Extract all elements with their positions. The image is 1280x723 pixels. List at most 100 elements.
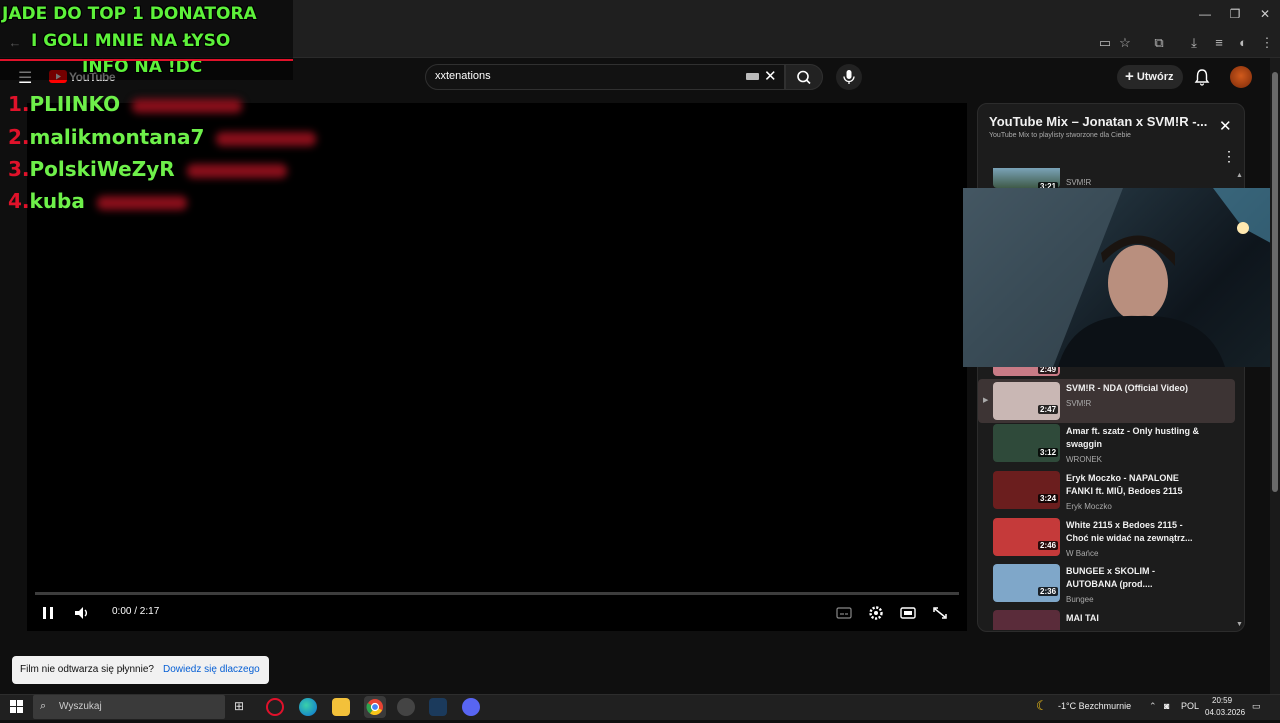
clock-date[interactable]: 04.03.2026 bbox=[1205, 708, 1245, 717]
plus-icon: + bbox=[1125, 68, 1134, 85]
rank-name: PolskiWeZyR bbox=[29, 157, 175, 181]
voice-search-button[interactable] bbox=[836, 64, 862, 90]
theater-mode-icon[interactable] bbox=[898, 604, 918, 622]
video-title[interactable]: BUNGEE x SKOLIM - AUTOBANA (prod.... bbox=[1066, 565, 1206, 591]
steam-icon[interactable] bbox=[429, 698, 447, 716]
taskbar-search-icon: ⌕ bbox=[40, 700, 47, 712]
obs-icon[interactable] bbox=[397, 698, 415, 716]
video-title[interactable]: White 2115 x Bedoes 2115 - Choć nie wida… bbox=[1066, 519, 1206, 545]
overlay-red-line bbox=[0, 59, 293, 61]
overlay-line-1: JADE DO TOP 1 DONATORA bbox=[2, 4, 257, 24]
video-thumbnail[interactable] bbox=[993, 382, 1060, 420]
overlay-line-2: I GOLI MNIE NA ŁYSO bbox=[31, 31, 231, 51]
rank-name: malikmontana7 bbox=[29, 125, 205, 149]
rank-row-2: 2.malikmontana7 bbox=[8, 125, 317, 149]
create-button-label: Utwórz bbox=[1136, 71, 1174, 83]
progress-bar[interactable] bbox=[35, 592, 959, 595]
language-indicator[interactable]: POL bbox=[1181, 701, 1199, 711]
keyboard-icon[interactable] bbox=[746, 73, 759, 80]
subtitles-icon[interactable] bbox=[834, 604, 854, 622]
video-title[interactable]: Amar ft. szatz - Only hustling & swaggin bbox=[1066, 425, 1206, 451]
task-view-icon[interactable]: ⊞ bbox=[234, 699, 244, 713]
playlist-subtitle: YouTube Mix to playlisty stworzone dla C… bbox=[989, 132, 1131, 139]
file-explorer-icon[interactable] bbox=[332, 698, 350, 716]
video-thumbnail[interactable] bbox=[993, 471, 1060, 509]
video-channel: SVM!R bbox=[1066, 178, 1092, 187]
video-duration: 2:36 bbox=[1038, 587, 1059, 596]
video-player[interactable] bbox=[27, 103, 967, 631]
video-channel: Bungee bbox=[1066, 595, 1094, 604]
create-button[interactable]: + Utwórz bbox=[1117, 65, 1183, 89]
learn-why-link[interactable]: Dowiedz się dlaczego bbox=[163, 656, 260, 684]
weather-text[interactable]: -1°C Bezchmurnie bbox=[1058, 701, 1131, 711]
playlist-scroll-down-icon[interactable]: ▼ bbox=[1236, 621, 1243, 628]
avatar[interactable] bbox=[1230, 66, 1252, 88]
video-duration: 2:47 bbox=[1038, 405, 1059, 414]
video-channel: WRONEK bbox=[1066, 455, 1102, 464]
rank-row-3: 3.PolskiWeZyR bbox=[8, 157, 287, 181]
chrome-active-icon[interactable] bbox=[364, 696, 386, 718]
bookmark-star-icon[interactable]: ☆ bbox=[1116, 34, 1134, 52]
video-thumbnail[interactable] bbox=[993, 610, 1060, 630]
video-duration: 2:46 bbox=[1038, 541, 1059, 550]
opera-icon[interactable] bbox=[266, 698, 284, 716]
rank-name: PLIINKO bbox=[29, 92, 121, 116]
rank-number: 4. bbox=[8, 189, 30, 213]
tray-expand-icon[interactable]: ⌃ bbox=[1149, 701, 1157, 712]
cast-icon[interactable]: ▭ bbox=[1096, 34, 1114, 52]
notifications-bell-icon[interactable] bbox=[1193, 67, 1211, 92]
speaker-icon[interactable]: 🔈︎ bbox=[1165, 701, 1170, 712]
search-input-value: xxtenations bbox=[435, 70, 491, 82]
video-channel: SVM!R bbox=[1066, 399, 1092, 408]
time-display: 0:00 / 2:17 bbox=[112, 606, 160, 617]
video-title[interactable]: Eryk Moczko - NAPALONE FANKI ft. MIŪ, Be… bbox=[1066, 472, 1206, 498]
rank-amount-blurred bbox=[216, 131, 317, 146]
close-window-icon[interactable]: ✕ bbox=[1250, 4, 1280, 24]
download-icon[interactable]: ⤓ bbox=[1185, 34, 1203, 52]
rank-amount-blurred bbox=[132, 98, 243, 113]
rank-row-4: 4.kuba bbox=[8, 189, 187, 213]
video-channel: Eryk Moczko bbox=[1066, 502, 1112, 511]
clear-search-icon[interactable]: ✕ bbox=[764, 67, 777, 85]
microphone-icon bbox=[843, 70, 855, 84]
video-duration: 3:24 bbox=[1038, 494, 1059, 503]
rank-amount-blurred bbox=[96, 195, 187, 210]
now-playing-icon: ▶ bbox=[983, 397, 989, 404]
windows-start-icon[interactable] bbox=[10, 700, 24, 719]
profile-icon[interactable]: ◐ bbox=[1234, 34, 1252, 52]
volume-icon[interactable] bbox=[72, 604, 92, 622]
rank-number: 2. bbox=[8, 125, 30, 149]
rank-number: 3. bbox=[8, 157, 30, 181]
video-title[interactable]: MAI TAI bbox=[1066, 612, 1206, 625]
video-thumbnail[interactable] bbox=[993, 518, 1060, 556]
restore-icon[interactable]: ❐ bbox=[1220, 4, 1250, 24]
search-button[interactable] bbox=[785, 64, 823, 90]
minimize-icon[interactable]: — bbox=[1190, 4, 1220, 24]
notifications-icon[interactable]: ▭ bbox=[1252, 701, 1261, 712]
close-playlist-icon[interactable]: ✕ bbox=[1219, 117, 1232, 135]
clock-time[interactable]: 20:59 bbox=[1212, 696, 1232, 705]
rank-row-1: 1.PLIINKO bbox=[8, 92, 243, 116]
video-thumbnail[interactable] bbox=[993, 564, 1060, 602]
fullscreen-icon[interactable] bbox=[930, 604, 950, 622]
playlist-title[interactable]: YouTube Mix – Jonatan x SVM!R -... bbox=[989, 114, 1207, 129]
rank-amount-blurred bbox=[186, 163, 287, 178]
tab-list-icon[interactable]: ≡ bbox=[1210, 34, 1228, 52]
search-icon bbox=[797, 70, 811, 85]
video-duration: 3:12 bbox=[1038, 448, 1059, 457]
rank-number: 1. bbox=[8, 92, 30, 116]
discord-icon[interactable] bbox=[462, 698, 480, 716]
scrollbar-thumb[interactable] bbox=[1272, 72, 1278, 492]
moon-weather-icon: ☾ bbox=[1036, 698, 1048, 713]
video-title[interactable]: SVM!R - NDA (Official Video) bbox=[1066, 382, 1206, 395]
pause-icon[interactable] bbox=[38, 604, 58, 622]
rank-name: kuba bbox=[29, 189, 85, 213]
browser-menu-icon[interactable]: ⋮ bbox=[1258, 34, 1276, 52]
playlist-scroll-up-icon[interactable]: ▲ bbox=[1236, 172, 1243, 179]
playlist-menu-icon[interactable]: ⋮ bbox=[1222, 148, 1236, 165]
extensions-icon[interactable]: ⧉ bbox=[1150, 34, 1168, 52]
video-channel: W Bańce bbox=[1066, 549, 1099, 558]
edge-icon[interactable] bbox=[299, 698, 317, 716]
webcam-overlay bbox=[963, 188, 1280, 367]
settings-gear-icon[interactable] bbox=[866, 604, 886, 622]
